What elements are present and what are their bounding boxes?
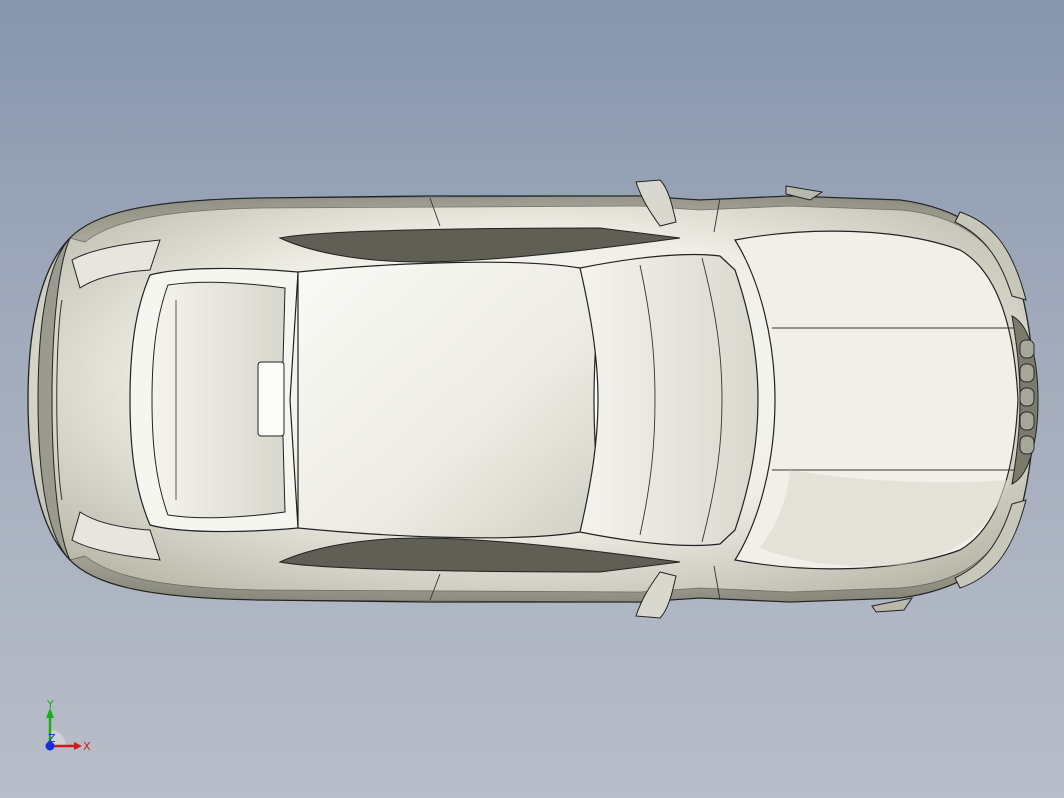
x-axis-label: X [83,740,91,753]
roof-panel[interactable] [297,261,601,539]
graphics-viewport[interactable]: Y Z X [0,0,1064,798]
rear-spoiler-light [257,361,285,437]
x-axis-arrowhead [74,742,82,750]
z-axis-label: Z [48,732,56,745]
windshield [579,253,759,547]
front-wheel-flare-right [871,597,914,613]
coordinate-triad[interactable]: Y Z X [36,696,106,758]
front-grille-slats [1019,339,1035,455]
car-model-top-view[interactable] [0,0,1064,798]
y-axis-label: Y [46,698,54,711]
